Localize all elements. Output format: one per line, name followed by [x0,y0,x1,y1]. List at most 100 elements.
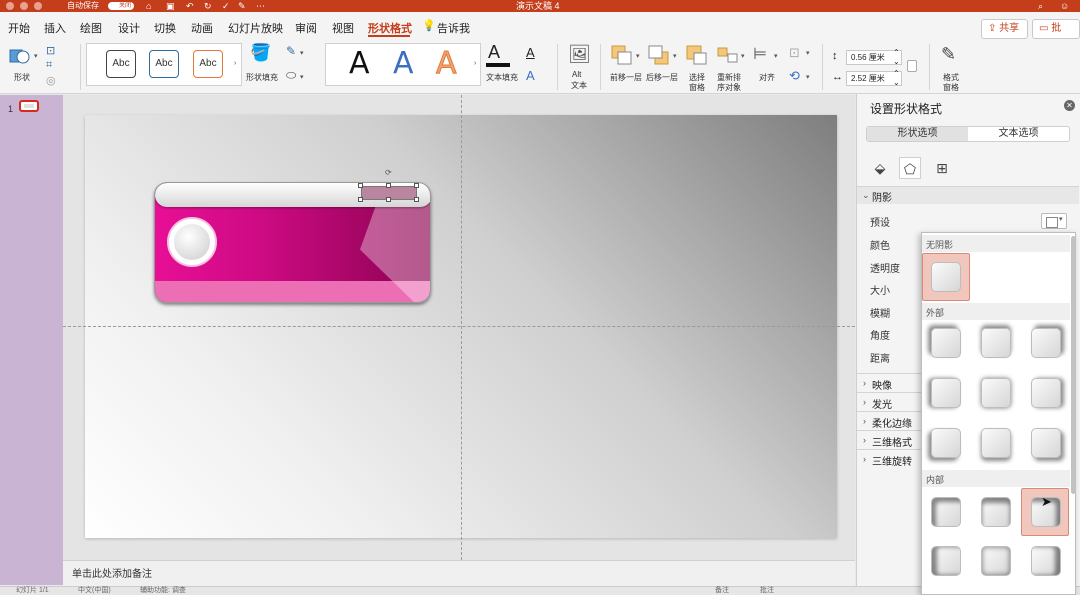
align-label[interactable]: 对齐 [759,72,775,83]
fill-line-icon[interactable]: ⬙ [869,157,891,179]
chevron-right-icon[interactable]: › [863,454,866,464]
shape-outline-icon[interactable]: ✎ [286,44,296,58]
chevron-right-icon[interactable]: › [863,397,866,407]
alt-text-icon[interactable]: 🖼 [568,44,591,65]
effects-icon[interactable]: ⬠ [899,157,921,179]
glow-section-label[interactable]: 发光 [872,396,892,411]
rotate-handle-icon[interactable]: ⟳ [385,168,392,177]
check-icon[interactable]: ✓ [222,0,230,12]
shape-style-dark[interactable]: Abc [106,50,136,78]
lock-aspect-icon[interactable] [907,60,917,72]
notes-button[interactable]: 备注 [715,585,729,595]
3d-format-section-label[interactable]: 三维格式 [872,434,912,449]
chevron-down-icon[interactable]: ▾ [673,52,677,60]
tab-shape-format[interactable]: 形状格式 [368,20,412,36]
resize-handle[interactable] [358,183,363,188]
3d-rotation-section-label[interactable]: 三维旋转 [872,453,912,468]
notes-pane[interactable] [63,560,855,586]
edit-icon[interactable]: ✎ [238,0,246,12]
align-icon[interactable]: ⊨ [753,44,767,64]
send-backward-icon[interactable] [648,45,670,65]
outer-shadow-preset[interactable] [1031,428,1061,458]
window-minimize-button[interactable] [20,2,28,10]
resize-handle[interactable] [386,183,391,188]
wordart-blue[interactable]: A [393,46,414,82]
undo-icon[interactable]: ↶ [186,0,194,12]
resize-handle[interactable] [414,183,419,188]
outer-shadow-preset[interactable] [1031,328,1061,358]
chevron-right-icon[interactable]: › [863,416,866,426]
inner-shadow-preset[interactable] [981,497,1011,527]
inner-shadow-preset[interactable] [931,497,961,527]
outer-shadow-preset[interactable] [981,378,1011,408]
account-icon[interactable]: ☺ [1060,0,1069,12]
resize-handle[interactable] [358,197,363,202]
chevron-down-icon[interactable]: ▾ [636,52,640,60]
resize-handle[interactable] [386,197,391,202]
merge-shapes-icon[interactable]: ◎ [46,74,56,87]
edit-shape-icon[interactable]: ⌗ [46,59,52,72]
soft-edges-section-label[interactable]: 柔化边缘 [872,415,912,430]
text-box-icon[interactable]: ⊡ [46,44,55,57]
selection-pane-label-2[interactable]: 窗格 [689,82,705,93]
text-effects-icon[interactable]: A [526,68,535,83]
chevron-down-icon[interactable]: ▾ [806,49,810,57]
inner-shadow-preset[interactable] [1031,546,1061,576]
outer-shadow-preset[interactable] [931,378,961,408]
tell-me-search[interactable]: 告诉我 [437,20,470,36]
shape-style-orange[interactable]: Abc [193,50,223,78]
size-properties-icon[interactable]: ⊞ [931,157,953,179]
more-icon[interactable]: ⋯ [256,0,265,12]
chevron-right-icon[interactable]: › [863,435,866,445]
comments-button[interactable]: ▭ 批注 [1032,19,1080,52]
text-fill-icon[interactable]: A [488,42,500,63]
resize-handle[interactable] [414,197,419,202]
comments-status-button[interactable]: 批注 [760,585,774,595]
redo-icon[interactable]: ↻ [204,0,212,12]
height-stepper[interactable]: ⌃ ⌄ [893,48,900,66]
send-backward-label[interactable]: 后移一层 [646,72,678,83]
gallery-more-icon[interactable]: › [474,60,476,67]
rotate-icon[interactable]: ⟲ [789,68,800,84]
language-status[interactable]: 中文(中国) [78,585,111,595]
shapes-icon[interactable] [9,45,31,67]
chevron-down-icon[interactable]: ▾ [741,52,745,60]
tab-view[interactable]: 视图 [332,20,354,36]
selection-pane-icon[interactable] [686,45,708,65]
tab-insert[interactable]: 插入 [44,20,66,36]
format-pane-label-2[interactable]: 窗格 [943,82,959,93]
card-circle-button[interactable] [167,217,217,267]
chevron-down-icon[interactable]: ▾ [300,73,304,81]
shape-fill-label[interactable]: 形状填充 [246,72,278,83]
tab-design[interactable]: 设计 [118,20,140,36]
reorder-objects-label-2[interactable]: 序对象 [717,82,741,93]
outer-shadow-preset[interactable] [981,428,1011,458]
text-outline-icon[interactable]: A [526,45,535,60]
window-close-button[interactable] [6,2,14,10]
shadow-preset-dropdown[interactable] [1041,213,1067,229]
group-icon[interactable]: ⊡ [789,45,800,61]
inner-shadow-preset[interactable] [981,546,1011,576]
outer-shadow-preset[interactable] [931,428,961,458]
close-icon[interactable]: ✕ [1064,100,1075,111]
bring-forward-label[interactable]: 前移一层 [610,72,642,83]
wordart-orange[interactable]: A [436,46,458,82]
chevron-down-icon[interactable]: ⌄ [862,190,870,201]
tab-text-options[interactable]: 文本选项 [968,127,1069,141]
gallery-more-icon[interactable]: › [234,60,236,67]
save-icon[interactable]: ▣ [166,0,175,12]
tab-slide-show[interactable]: 幻灯片放映 [228,20,283,36]
shape-style-blue[interactable]: Abc [149,50,179,78]
chevron-down-icon[interactable]: ▾ [806,73,810,81]
shadow-section-label[interactable]: 阴影 [872,189,892,204]
width-stepper[interactable]: ⌃ ⌄ [893,69,900,87]
share-button[interactable]: ⇪ 共享 [981,19,1029,39]
bring-forward-icon[interactable] [611,45,633,65]
menu-scrollbar[interactable] [1071,236,1076,494]
paint-bucket-icon[interactable]: 🪣 [250,43,271,63]
chevron-down-icon[interactable]: ▾ [774,52,778,60]
shape-effects-icon[interactable]: ⬭ [286,68,296,83]
horizontal-guide[interactable] [63,326,855,327]
tab-shape-options[interactable]: 形状选项 [867,127,968,141]
tab-transitions[interactable]: 切换 [154,20,176,36]
